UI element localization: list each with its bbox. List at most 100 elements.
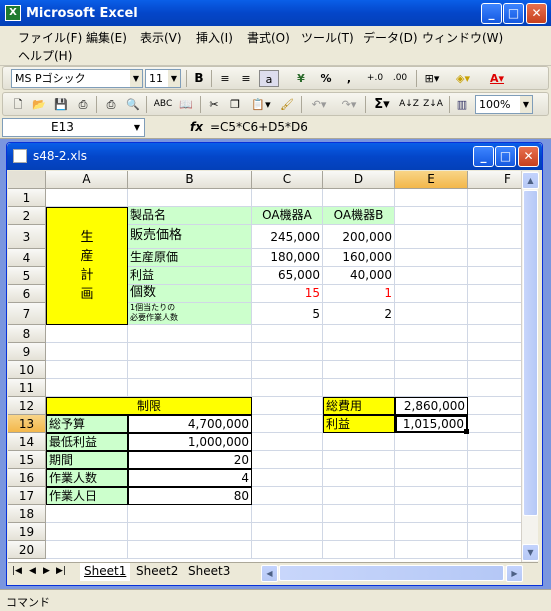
cell-b5[interactable]: 利益 bbox=[128, 267, 252, 285]
column-header-b[interactable]: B bbox=[128, 171, 252, 189]
workbook-maximize-button[interactable]: □ bbox=[495, 146, 516, 167]
paste-icon[interactable]: 📋▾ bbox=[249, 96, 273, 113]
grid-cell[interactable] bbox=[252, 379, 323, 397]
grid-cell[interactable] bbox=[323, 505, 395, 523]
grid-cell[interactable] bbox=[46, 189, 128, 207]
research-icon[interactable]: 📖 bbox=[178, 96, 194, 113]
grid-cell[interactable] bbox=[395, 469, 468, 487]
cell-d12[interactable]: 総費用 bbox=[323, 397, 395, 415]
cell-c4[interactable]: 180,000 bbox=[252, 249, 323, 267]
menu-file[interactable]: ファイル(F) bbox=[18, 29, 82, 46]
align-center-icon[interactable]: ≡ bbox=[238, 70, 254, 87]
grid-cell[interactable] bbox=[323, 451, 395, 469]
row-header-18[interactable]: 18 bbox=[8, 505, 46, 523]
grid-cell[interactable] bbox=[128, 379, 252, 397]
cell-d13[interactable]: 利益 bbox=[323, 415, 395, 433]
row-header-16[interactable]: 16 bbox=[8, 469, 46, 487]
cell-b6[interactable]: 個数 bbox=[128, 285, 252, 303]
decrease-decimal-button[interactable]: .00 bbox=[389, 70, 411, 87]
grid-cell[interactable] bbox=[395, 379, 468, 397]
cell-b13[interactable]: 4,700,000 bbox=[128, 415, 252, 433]
minimize-button[interactable]: _ bbox=[481, 3, 502, 24]
print-icon[interactable]: ⎙ bbox=[103, 96, 119, 113]
grid-cell[interactable] bbox=[468, 487, 521, 505]
formula-input[interactable]: =C5*C6+D5*D6 bbox=[210, 120, 308, 134]
column-header-f[interactable]: F bbox=[468, 171, 521, 189]
vertical-scrollbar[interactable]: ▲ ▼ bbox=[521, 171, 539, 562]
autosum-button[interactable]: Σ▾ bbox=[371, 96, 393, 113]
font-size-select[interactable]: 11 ▼ bbox=[145, 69, 181, 88]
cell-d2[interactable]: OA機器B bbox=[323, 207, 395, 225]
menu-help[interactable]: ヘルプ(H) bbox=[18, 47, 72, 64]
cell-d5[interactable]: 40,000 bbox=[323, 267, 395, 285]
grid-cell[interactable] bbox=[468, 469, 521, 487]
grid-cell[interactable] bbox=[468, 433, 521, 451]
cell-a15[interactable]: 期間 bbox=[46, 451, 128, 469]
grid-cell[interactable] bbox=[46, 361, 128, 379]
grid-cell[interactable] bbox=[468, 379, 521, 397]
grid-cell[interactable] bbox=[46, 379, 128, 397]
cell-a-merged[interactable]: 生 産 計 画 bbox=[46, 207, 128, 325]
cell-b15[interactable]: 20 bbox=[128, 451, 252, 469]
grid-cell[interactable] bbox=[395, 325, 468, 343]
grid-cell[interactable] bbox=[395, 285, 468, 303]
format-painter-icon[interactable]: 🖌 bbox=[279, 96, 295, 113]
row-header-10[interactable]: 10 bbox=[8, 361, 46, 379]
grid-cell[interactable] bbox=[252, 397, 323, 415]
row-header-17[interactable]: 17 bbox=[8, 487, 46, 505]
prev-sheet-icon[interactable]: ◀ bbox=[29, 566, 36, 576]
grid-cell[interactable] bbox=[395, 541, 468, 559]
row-header-11[interactable]: 11 bbox=[8, 379, 46, 397]
menu-view[interactable]: 表示(V) bbox=[140, 29, 182, 46]
grid-cell[interactable] bbox=[468, 267, 521, 285]
font-color-icon[interactable]: A▾ bbox=[485, 70, 509, 87]
grid-cell[interactable] bbox=[395, 207, 468, 225]
grid-cell[interactable] bbox=[395, 189, 468, 207]
grid-cell[interactable] bbox=[395, 523, 468, 541]
grid-cell[interactable] bbox=[395, 361, 468, 379]
grid-cell[interactable] bbox=[46, 325, 128, 343]
tab-sheet3[interactable]: Sheet3 bbox=[184, 563, 234, 581]
cell-ab12[interactable]: 制限 bbox=[46, 397, 252, 415]
cell-b7[interactable]: 1個当たりの 必要作業人数 bbox=[128, 303, 252, 325]
grid-cell[interactable] bbox=[395, 451, 468, 469]
menu-window[interactable]: ウィンドウ(W) bbox=[422, 29, 503, 46]
redo-icon[interactable]: ↷▾ bbox=[337, 96, 361, 113]
row-header-4[interactable]: 4 bbox=[8, 249, 46, 267]
grid-cell[interactable] bbox=[395, 303, 468, 325]
grid-cell[interactable] bbox=[128, 325, 252, 343]
grid-cell[interactable] bbox=[252, 523, 323, 541]
grid-cell[interactable] bbox=[252, 325, 323, 343]
row-header-19[interactable]: 19 bbox=[8, 523, 46, 541]
h-scroll-thumb[interactable] bbox=[279, 565, 504, 581]
row-header-7[interactable]: 7 bbox=[8, 303, 46, 325]
column-header-d[interactable]: D bbox=[323, 171, 395, 189]
cell-a14[interactable]: 最低利益 bbox=[46, 433, 128, 451]
scroll-up-icon[interactable]: ▲ bbox=[522, 172, 539, 189]
grid-cell[interactable] bbox=[468, 189, 521, 207]
grid-cell[interactable] bbox=[252, 343, 323, 361]
active-cell[interactable]: 1,015,000 bbox=[395, 415, 468, 433]
insert-function-icon[interactable]: fx bbox=[190, 120, 203, 134]
next-sheet-icon[interactable]: ▶ bbox=[43, 566, 50, 576]
grid-cell[interactable] bbox=[468, 361, 521, 379]
sort-ascending-icon[interactable]: A↓Z bbox=[399, 96, 419, 113]
grid-cell[interactable] bbox=[323, 325, 395, 343]
workbook-close-button[interactable]: ✕ bbox=[518, 146, 539, 167]
grid-cell[interactable] bbox=[46, 343, 128, 361]
excel-icon[interactable]: X bbox=[5, 5, 21, 21]
grid-cell[interactable] bbox=[252, 451, 323, 469]
copy-icon[interactable]: ❐ bbox=[227, 96, 243, 113]
workbook-minimize-button[interactable]: _ bbox=[473, 146, 494, 167]
grid-cell[interactable] bbox=[323, 433, 395, 451]
bold-button[interactable]: B bbox=[191, 70, 207, 87]
fill-color-icon[interactable]: ◈▾ bbox=[451, 70, 475, 87]
cell-a17[interactable]: 作業人日 bbox=[46, 487, 128, 505]
currency-icon[interactable]: ¥ bbox=[292, 70, 310, 87]
select-all-corner[interactable] bbox=[8, 171, 46, 189]
merge-center-icon[interactable]: a bbox=[259, 70, 279, 87]
grid-cell[interactable] bbox=[252, 505, 323, 523]
comma-button[interactable]: , bbox=[343, 70, 355, 87]
cell-c3[interactable]: 245,000 bbox=[252, 225, 323, 249]
grid-cell[interactable] bbox=[468, 397, 521, 415]
